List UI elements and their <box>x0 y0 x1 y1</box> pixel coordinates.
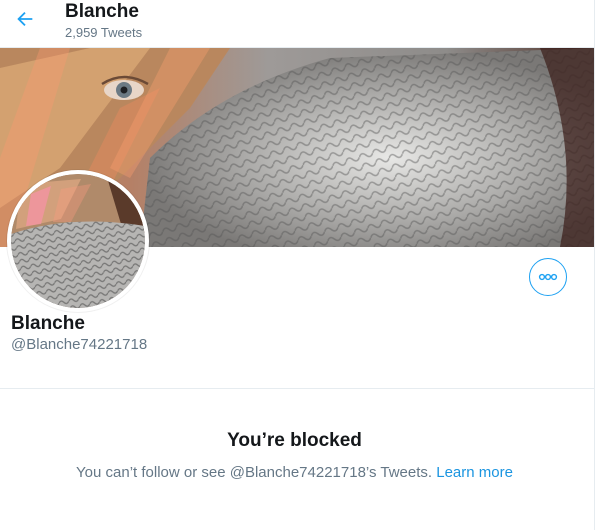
section-divider <box>0 388 595 389</box>
column-border <box>594 0 595 530</box>
blocked-message-text: You can’t follow or see @Blanche74221718… <box>76 464 433 481</box>
more-dots-icon <box>538 268 558 286</box>
tweet-count: 2,959 Tweets <box>65 25 143 40</box>
profile-name: Blanche <box>11 313 85 334</box>
blocked-title: You’re blocked <box>227 430 362 451</box>
profile-page: Blanche 2,959 Tweets Blanche @Blanche742… <box>0 0 597 530</box>
back-button[interactable] <box>8 4 42 38</box>
blocked-message: You can’t follow or see @Blanche74221718… <box>0 464 589 482</box>
profile-header: Blanche 2,959 Tweets <box>0 0 595 48</box>
profile-avatar[interactable] <box>7 170 149 312</box>
arrow-left-icon <box>14 8 36 35</box>
header-title: Blanche <box>65 1 139 22</box>
learn-more-link[interactable]: Learn more <box>436 464 513 481</box>
avatar-image <box>11 174 145 308</box>
profile-handle: @Blanche74221718 <box>11 336 148 353</box>
more-options-button[interactable] <box>529 258 567 296</box>
